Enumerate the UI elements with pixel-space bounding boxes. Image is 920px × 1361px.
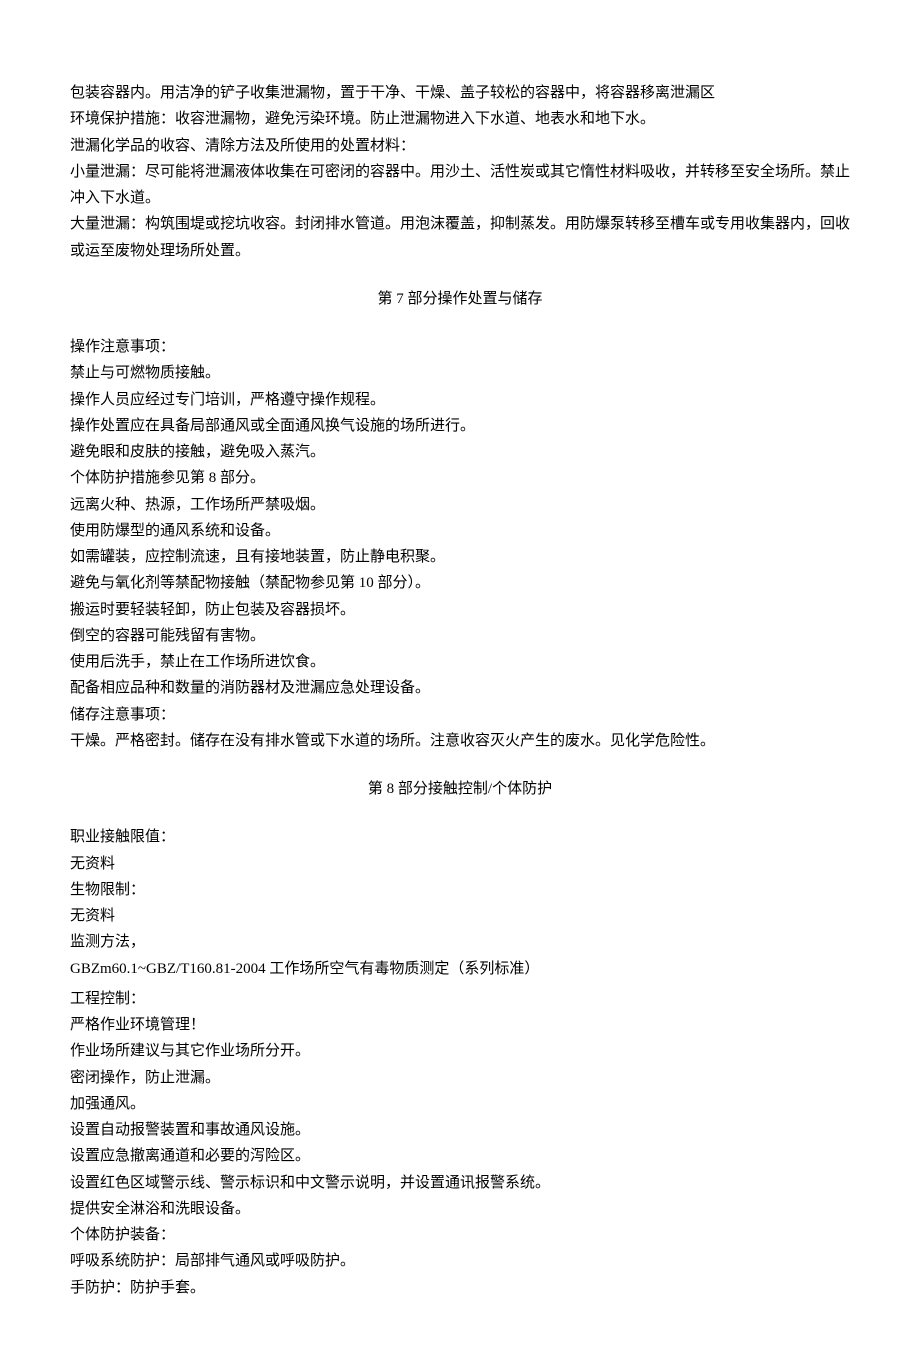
s7-line-5: 避免眼和皮肤的接触，避免吸入蒸汽。: [70, 439, 850, 465]
s8-line-4: 无资料: [70, 903, 850, 929]
s8-line-5: 监测方法，: [70, 929, 850, 955]
s7-line-1: 操作注意事项：: [70, 334, 850, 360]
section-8-block: 职业接触限值： 无资料 生物限制： 无资料 监测方法， GBZm60.1~GBZ…: [70, 824, 850, 1301]
s7-line-3: 操作人员应经过专门培训，严格遵守操作规程。: [70, 387, 850, 413]
intro-line-5: 大量泄漏：构筑围堤或挖坑收容。封闭排水管道。用泡沫覆盖，抑制蒸发。用防爆泵转移至…: [70, 211, 850, 264]
s7-line-10: 避免与氧化剂等禁配物接触（禁配物参见第 10 部分）。: [70, 570, 850, 596]
s8-line-16: 个体防护装备：: [70, 1222, 850, 1248]
s8-line-9: 作业场所建议与其它作业场所分开。: [70, 1038, 850, 1064]
s7-line-12: 倒空的容器可能残留有害物。: [70, 623, 850, 649]
section-8-title: 第 8 部分接触控制/个体防护: [70, 776, 850, 802]
s8-line-3: 生物限制：: [70, 877, 850, 903]
s7-line-15: 储存注意事项：: [70, 702, 850, 728]
s7-line-4: 操作处置应在具备局部通风或全面通风换气设施的场所进行。: [70, 413, 850, 439]
s8-line-8: 严格作业环境管理！: [70, 1012, 850, 1038]
s7-line-14: 配备相应品种和数量的消防器材及泄漏应急处理设备。: [70, 675, 850, 701]
intro-line-2: 环境保护措施：收容泄漏物，避免污染环境。防止泄漏物进入下水道、地表水和地下水。: [70, 106, 850, 132]
s8-line-18: 手防护：防护手套。: [70, 1275, 850, 1301]
s8-line-10: 密闭操作，防止泄漏。: [70, 1065, 850, 1091]
intro-block: 包装容器内。用洁净的铲子收集泄漏物，置于干净、干燥、盖子较松的容器中，将容器移离…: [70, 80, 850, 264]
intro-line-3: 泄漏化学品的收容、清除方法及所使用的处置材料：: [70, 133, 850, 159]
s8-line-12: 设置自动报警装置和事故通风设施。: [70, 1117, 850, 1143]
s8-line-17: 呼吸系统防护：局部排气通风或呼吸防护。: [70, 1248, 850, 1274]
s7-line-13: 使用后洗手，禁止在工作场所进饮食。: [70, 649, 850, 675]
s8-line-7: 工程控制：: [70, 986, 850, 1012]
s7-line-8: 使用防爆型的通风系统和设备。: [70, 518, 850, 544]
s7-line-16: 干燥。严格密封。储存在没有排水管或下水道的场所。注意收容灭火产生的废水。见化学危…: [70, 728, 850, 754]
s8-line-14: 设置红色区域警示线、警示标识和中文警示说明，并设置通讯报警系统。: [70, 1170, 850, 1196]
intro-line-4: 小量泄漏：尽可能将泄漏液体收集在可密闭的容器中。用沙土、活性炭或其它惰性材料吸收…: [70, 159, 850, 212]
section-7-block: 操作注意事项： 禁止与可燃物质接触。 操作人员应经过专门培训，严格遵守操作规程。…: [70, 334, 850, 754]
s7-line-11: 搬运时要轻装轻卸，防止包装及容器损坏。: [70, 597, 850, 623]
s8-line-13: 设置应急撤离通道和必要的泻险区。: [70, 1143, 850, 1169]
s7-line-6: 个体防护措施参见第 8 部分。: [70, 465, 850, 491]
s7-line-2: 禁止与可燃物质接触。: [70, 360, 850, 386]
s8-line-2: 无资料: [70, 851, 850, 877]
s8-line-6: GBZm60.1~GBZ/T160.81-2004 工作场所空气有毒物质测定（系…: [70, 956, 850, 982]
s7-line-9: 如需罐装，应控制流速，且有接地装置，防止静电积聚。: [70, 544, 850, 570]
s8-line-1: 职业接触限值：: [70, 824, 850, 850]
s8-line-11: 加强通风。: [70, 1091, 850, 1117]
intro-line-1: 包装容器内。用洁净的铲子收集泄漏物，置于干净、干燥、盖子较松的容器中，将容器移离…: [70, 80, 850, 106]
s8-line-15: 提供安全淋浴和洗眼设备。: [70, 1196, 850, 1222]
section-7-title: 第 7 部分操作处置与储存: [70, 286, 850, 312]
s7-line-7: 远离火种、热源，工作场所严禁吸烟。: [70, 492, 850, 518]
